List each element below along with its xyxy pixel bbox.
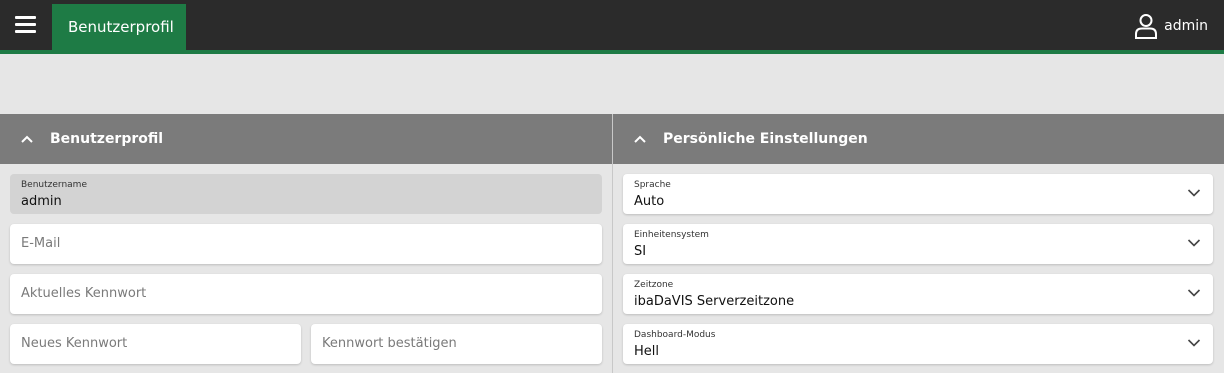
confirm-password-placeholder: Kennwort bestätigen — [322, 336, 457, 351]
username-field: Benutzername admin — [10, 174, 602, 214]
language-value: Auto — [634, 194, 665, 209]
chevron-down-icon[interactable] — [1187, 188, 1201, 198]
accent-line — [0, 50, 1224, 54]
current-password-field[interactable]: Aktuelles Kennwort — [10, 274, 602, 314]
email-placeholder: E-Mail — [21, 236, 61, 251]
dashboard-mode-value: Hell — [634, 344, 659, 359]
timezone-label: Zeitzone — [634, 280, 674, 290]
settings-section-header[interactable]: Persönliche Einstellungen — [613, 114, 1224, 164]
hamburger-menu-icon[interactable] — [14, 14, 38, 36]
user-name: admin — [1164, 18, 1208, 34]
profile-section-header[interactable]: Benutzerprofil — [0, 114, 612, 164]
units-label: Einheitensystem — [634, 230, 709, 240]
chevron-up-icon[interactable] — [633, 132, 647, 146]
confirm-password-field[interactable]: Kennwort bestätigen — [311, 324, 602, 364]
profile-panel: Benutzername admin E-Mail Aktuelles Kenn… — [0, 164, 612, 373]
chevron-down-icon[interactable] — [1187, 238, 1201, 248]
dashboard-mode-select[interactable]: Dashboard-Modus Hell — [623, 324, 1213, 364]
dashboard-mode-label: Dashboard-Modus — [634, 330, 716, 340]
language-select[interactable]: Sprache Auto — [623, 174, 1213, 214]
chevron-up-icon[interactable] — [20, 132, 34, 146]
settings-panel: Sprache Auto Einheitensystem SI Zeitzone… — [613, 164, 1224, 373]
timezone-value: ibaDaVIS Serverzeitzone — [634, 294, 795, 309]
current-password-placeholder: Aktuelles Kennwort — [21, 286, 147, 301]
language-label: Sprache — [634, 180, 671, 190]
username-label: Benutzername — [21, 180, 87, 190]
top-bar: Benutzerprofil admin — [0, 0, 1224, 50]
chevron-down-icon[interactable] — [1187, 288, 1201, 298]
settings-section-title: Persönliche Einstellungen — [663, 131, 868, 147]
user-icon — [1135, 14, 1158, 39]
chevron-down-icon[interactable] — [1187, 338, 1201, 348]
units-select[interactable]: Einheitensystem SI — [623, 224, 1213, 264]
user-menu[interactable]: admin — [1134, 12, 1208, 40]
page-title-tab[interactable]: Benutzerprofil — [52, 4, 186, 50]
username-value: admin — [21, 194, 62, 209]
timezone-select[interactable]: Zeitzone ibaDaVIS Serverzeitzone — [623, 274, 1213, 314]
email-field[interactable]: E-Mail — [10, 224, 602, 264]
new-password-field[interactable]: Neues Kennwort — [10, 324, 301, 364]
profile-section-title: Benutzerprofil — [50, 131, 164, 147]
units-value: SI — [634, 244, 647, 259]
new-password-placeholder: Neues Kennwort — [21, 336, 128, 351]
